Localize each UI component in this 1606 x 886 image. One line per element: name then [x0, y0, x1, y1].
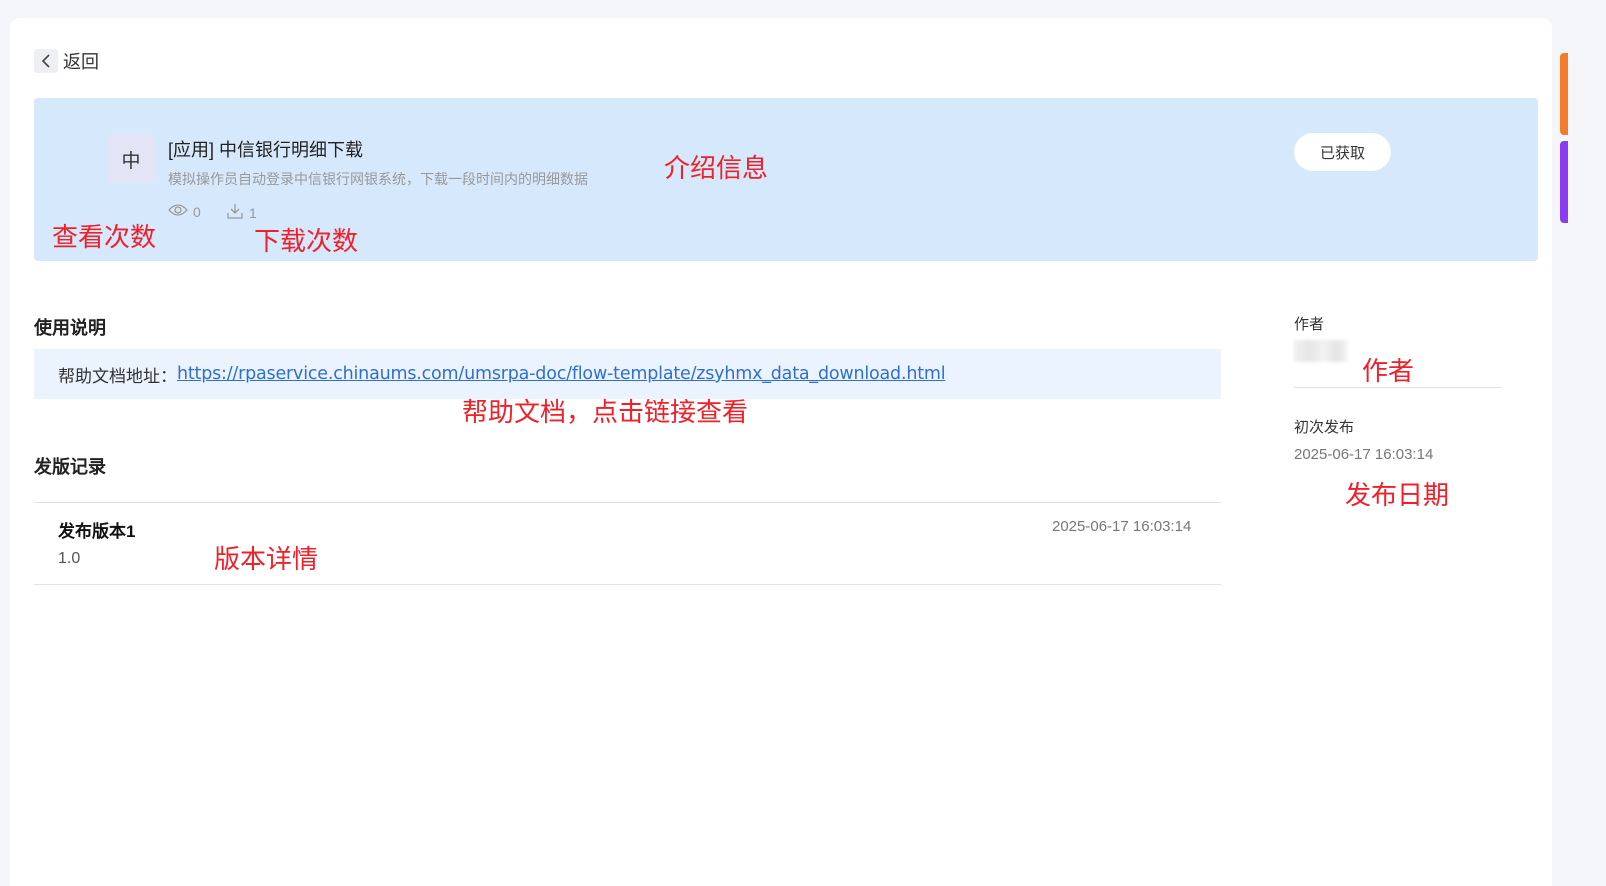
side-tab-orange[interactable] — [1560, 53, 1568, 135]
download-icon — [226, 203, 244, 222]
annotation-help: 帮助文档，点击链接查看 — [462, 397, 749, 427]
view-count-value: 0 — [193, 203, 201, 220]
release-date: 2025-06-17 16:03:14 — [1052, 518, 1192, 535]
help-doc-label: 帮助文档地址： — [58, 366, 177, 386]
download-count: 1 — [226, 203, 257, 222]
annotation-intro: 介绍信息 — [664, 153, 769, 183]
annotation-date: 发布日期 — [1345, 480, 1450, 510]
release-title: 发版记录 — [34, 457, 106, 477]
author-label: 作者 — [1294, 316, 1325, 333]
back-label: 返回 — [63, 52, 99, 72]
download-count-value: 1 — [249, 204, 257, 221]
chevron-left-icon — [34, 49, 58, 73]
view-count: 0 — [168, 203, 201, 220]
annotation-views: 查看次数 — [52, 222, 157, 252]
first-publish-label: 初次发布 — [1294, 419, 1355, 436]
app-title: [应用] 中信银行明细下载 — [168, 140, 364, 160]
acquired-button[interactable]: 已获取 — [1294, 133, 1391, 171]
first-publish-date: 2025-06-17 16:03:14 — [1294, 446, 1434, 463]
annotation-downloads: 下载次数 — [254, 226, 359, 256]
app-avatar: 中 — [107, 135, 155, 183]
annotation-version: 版本详情 — [214, 544, 319, 574]
divider — [34, 502, 1221, 503]
author-name-blurred — [1294, 340, 1348, 362]
eye-icon — [168, 203, 188, 220]
app-description: 模拟操作员自动登录中信银行网银系统，下载一段时间内的明细数据 — [168, 171, 588, 187]
release-name: 发布版本1 — [58, 522, 136, 541]
help-doc-link[interactable]: https://rpaservice.chinaums.com/umsrpa-d… — [177, 364, 946, 384]
release-version: 1.0 — [58, 550, 81, 567]
side-tab-purple[interactable] — [1560, 141, 1568, 223]
back-button[interactable]: 返回 — [34, 48, 99, 74]
usage-title: 使用说明 — [34, 318, 106, 338]
annotation-author: 作者 — [1362, 356, 1415, 386]
divider — [34, 584, 1221, 585]
